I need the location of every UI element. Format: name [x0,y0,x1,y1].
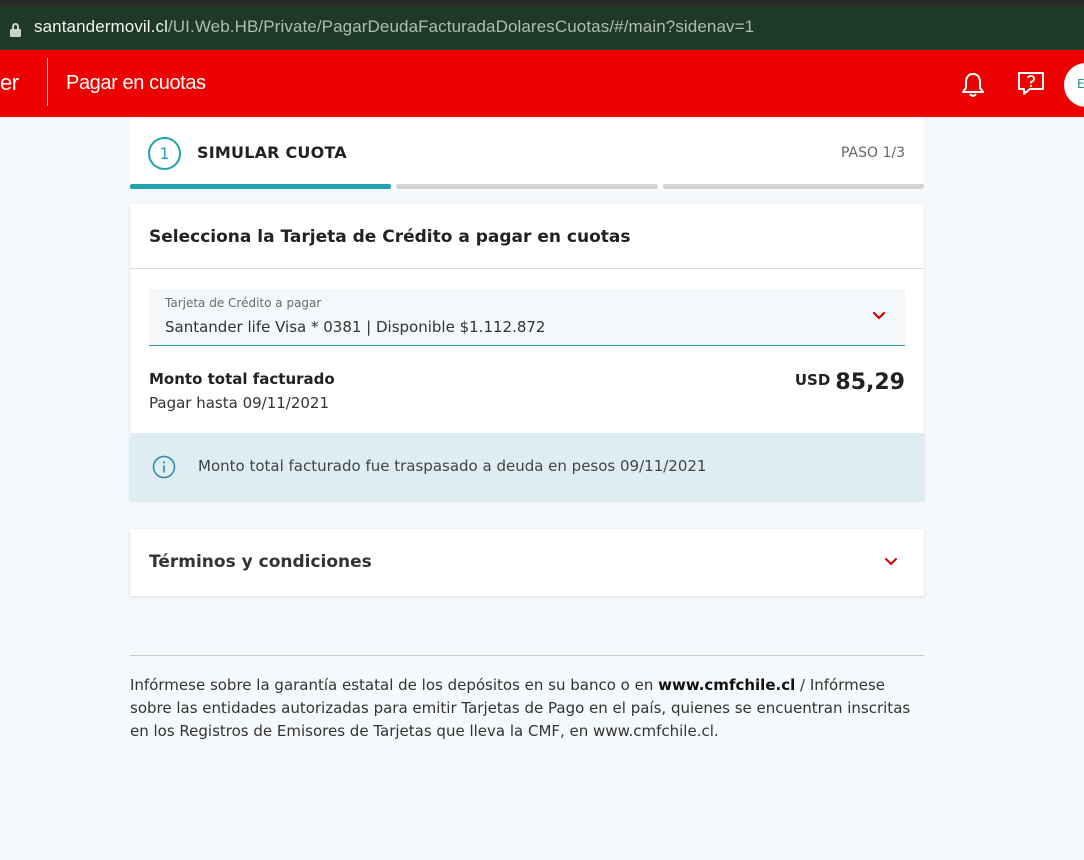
page-title: Pagar en cuotas [66,72,206,94]
avatar-initial: E [1077,77,1084,91]
progress-segment [130,184,391,189]
total-billed-amount: USD 85,29 [795,370,905,395]
bell-icon[interactable] [960,71,986,99]
cmf-link[interactable]: www.cmfchile.cl [658,676,795,694]
step-title: SIMULAR CUOTA [197,143,347,162]
url-path: /UI.Web.HB/Private/PagarDeudaFacturadaDo… [167,17,755,36]
stepper-card: 1 SIMULAR CUOTA PASO 1/3 [130,117,924,189]
terms-accordion[interactable]: Términos y condiciones [130,529,924,596]
url-host: santandermovil.cl [34,17,168,36]
info-message: Monto total facturado fue traspasado a d… [198,457,707,475]
chevron-down-icon[interactable] [884,557,898,567]
due-date: Pagar hasta 09/11/2021 [149,394,330,412]
footer-divider [130,655,924,656]
info-icon [152,455,176,479]
terms-title: Términos y condiciones [149,552,372,572]
lock-icon [10,23,21,37]
header-divider [47,58,48,106]
currency-code: USD [794,371,831,389]
step-number-badge: 1 [148,137,181,170]
select-label: Tarjeta de Crédito a pagar [165,296,322,310]
amount-value: 85,29 [835,370,905,395]
step-progress-bar [130,184,924,189]
total-billed-label: Monto total facturado [149,370,335,388]
url-text[interactable]: santandermovil.cl/UI.Web.HB/Private/Paga… [34,17,754,37]
credit-card-select[interactable]: Tarjeta de Crédito a pagar Santander lif… [149,289,905,346]
top-navigation-bar: er Pagar en cuotas E [0,50,1084,117]
select-value: Santander life Visa * 0381 | Disponible … [165,318,546,336]
legal-footer: Infórmese sobre la garantía estatal de l… [130,676,911,740]
progress-segment [396,184,658,189]
progress-segment [663,184,924,189]
info-banner: Monto total facturado fue traspasado a d… [130,433,924,500]
divider [130,268,924,269]
card-selection-panel: Selecciona la Tarjeta de Crédito a pagar… [130,204,924,500]
brand-logo[interactable]: er [0,70,19,96]
chevron-down-icon[interactable] [871,310,887,322]
step-counter: PASO 1/3 [840,145,905,161]
section-title: Selecciona la Tarjeta de Crédito a pagar… [149,227,631,247]
help-chat-icon[interactable] [1016,71,1046,97]
avatar[interactable]: E [1064,63,1084,107]
browser-address-bar[interactable]: santandermovil.cl/UI.Web.HB/Private/Paga… [0,0,1084,50]
